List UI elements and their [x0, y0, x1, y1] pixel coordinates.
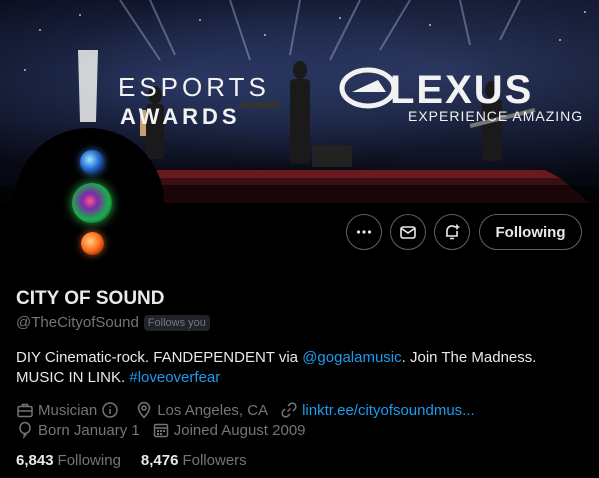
more-horizontal-icon [356, 230, 372, 234]
balloon-icon [19, 421, 31, 439]
following-count: 6,843 [16, 452, 54, 469]
profile-avatar[interactable] [14, 128, 164, 278]
bell-plus-icon [446, 224, 460, 240]
link-icon [281, 402, 297, 418]
joined-label: Joined August 2009 [173, 421, 306, 439]
message-button[interactable] [390, 214, 426, 250]
category-label: Musician [38, 401, 98, 419]
esports-logo-line1: ESPORTS [118, 72, 270, 102]
birthday-label: Born January 1 [38, 421, 140, 439]
following-label: Following [57, 452, 121, 469]
orange-orb-image [81, 232, 104, 255]
calendar-icon [153, 423, 168, 438]
esports-logo-line2: AWARDS [120, 104, 241, 129]
location-pin-icon [137, 401, 151, 419]
joined-item: Joined August 2009 [152, 421, 306, 439]
bio: DIY Cinematic-rock. FANDEPENDENT via @go… [16, 348, 586, 388]
briefcase-icon [17, 403, 33, 418]
followers-stat-link[interactable]: 8,476 Followers [141, 452, 247, 469]
location-label: Los Angeles, CA [157, 401, 269, 419]
profile-meta-row-2: Born January 1 Joined August 2009 [16, 421, 318, 439]
followers-count: 8,476 [140, 452, 179, 469]
green-orb-image [72, 183, 112, 223]
website-link[interactable]: linktr.ee/cityofsoundmus... [302, 402, 475, 419]
more-options-button[interactable] [346, 214, 382, 250]
follow-stats: 6,843 Following 8,476 Followers [16, 452, 267, 469]
info-icon[interactable] [101, 401, 119, 419]
handle-row: @TheCityofSound Follows you [16, 314, 210, 331]
blue-orb-image [80, 150, 104, 174]
following-stat-link[interactable]: 6,843 Following [16, 452, 121, 469]
handle: @TheCityofSound [16, 314, 139, 331]
following-button[interactable]: Following [479, 214, 582, 250]
lexus-tagline: EXPERIENCE AMAZING [408, 108, 584, 124]
bio-text-1: DIY Cinematic-rock. FANDEPENDENT via [16, 349, 303, 366]
display-name: CITY OF SOUND [16, 288, 165, 309]
bio-mention-link[interactable]: @gogalamusic [302, 349, 401, 366]
lexus-logo: LEXUS [390, 68, 534, 112]
profile-meta-row-1: Musician Los Angeles, CA linktr.ee/cityo… [16, 401, 487, 419]
follows-you-badge: Follows you [143, 314, 210, 331]
website-item: linktr.ee/cityofsoundmus... [280, 401, 475, 419]
notifications-button[interactable] [434, 214, 470, 250]
followers-label: Followers [182, 452, 247, 469]
location-item: Los Angeles, CA [135, 401, 268, 419]
birthday-item: Born January 1 [16, 421, 140, 439]
envelope-icon [400, 226, 416, 239]
bio-hashtag-link[interactable]: #loveoverfear [129, 369, 220, 386]
category-item: Musician [16, 401, 123, 419]
